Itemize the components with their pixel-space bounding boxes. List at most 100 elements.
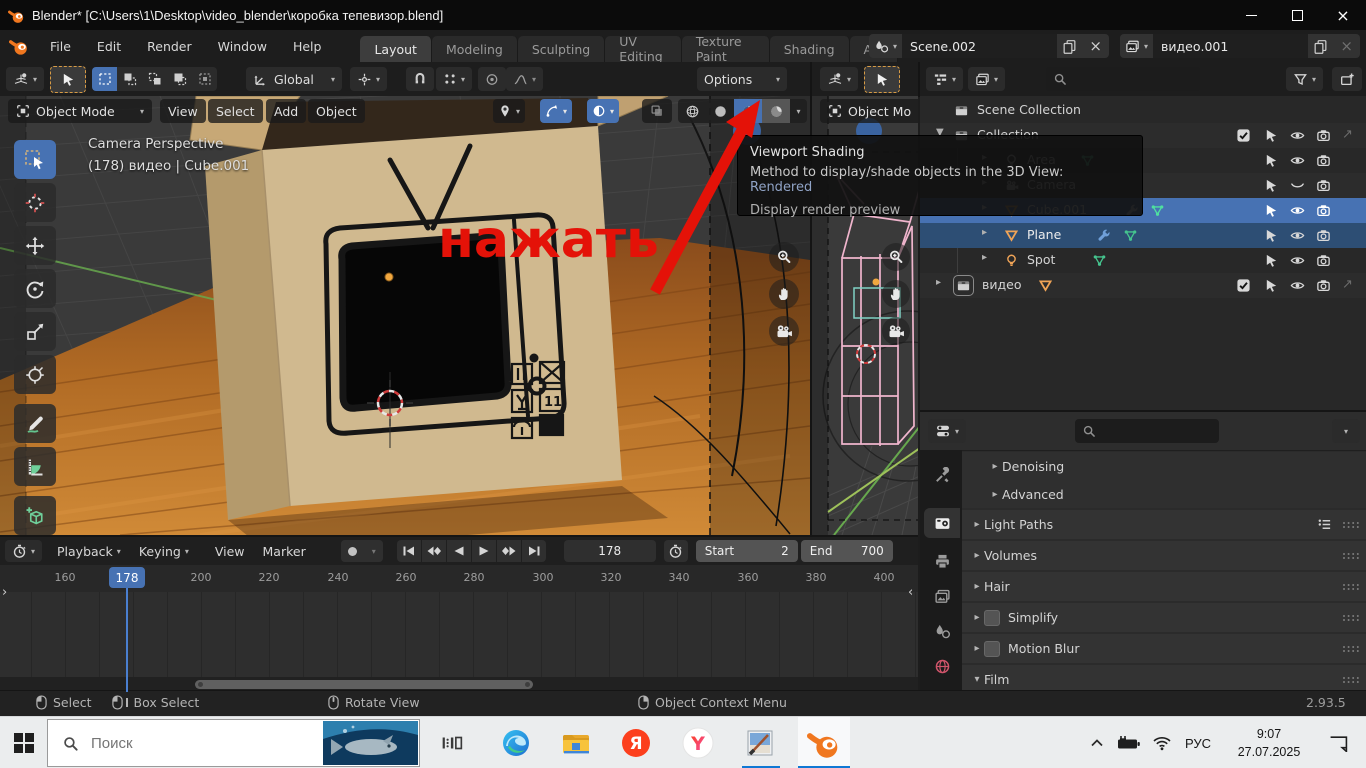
frame-start-field[interactable]: Start2	[696, 540, 798, 562]
tab-world-properties[interactable]	[924, 651, 960, 681]
new-collection-button[interactable]	[1332, 67, 1362, 91]
viewport-menu-add[interactable]: Add	[266, 99, 306, 123]
viewport-3d-main[interactable]: 11 Object	[0, 96, 810, 535]
outliner-display-mode-dropdown[interactable]: ▾	[968, 67, 1005, 91]
outliner-row-plane-selected[interactable]: ▸ Plane	[920, 223, 1366, 248]
tool-move[interactable]	[14, 226, 56, 265]
timeline-menu-view[interactable]: View	[206, 537, 254, 565]
panel-grip-icon[interactable]	[1342, 552, 1360, 560]
tab-texture-paint[interactable]: Texture Paint	[682, 36, 770, 62]
presets-icon[interactable]	[1317, 517, 1332, 532]
select-mode-extend[interactable]	[117, 67, 142, 91]
auto-key-record-button[interactable]	[341, 540, 365, 562]
tab-layout[interactable]: Layout	[360, 36, 432, 62]
editor-type-3dview-2[interactable]: ▾	[820, 67, 858, 91]
pivot-point-dropdown[interactable]: ▾	[350, 67, 387, 91]
jump-to-end-button[interactable]	[522, 540, 546, 562]
paint-icon[interactable]	[738, 717, 782, 768]
scene-name[interactable]: Scene.002	[902, 34, 1057, 58]
play-button[interactable]	[472, 540, 496, 562]
select-mode-subtract[interactable]	[142, 67, 167, 91]
file-explorer-icon[interactable]	[554, 717, 598, 768]
start-button[interactable]	[2, 717, 46, 768]
shading-options-dropdown[interactable]: ▾	[790, 99, 807, 123]
active-tool-select-box[interactable]	[50, 66, 86, 93]
jump-to-start-button[interactable]	[397, 540, 421, 562]
task-view-button[interactable]	[430, 717, 474, 768]
tab-output-properties[interactable]	[924, 546, 960, 576]
panel-volumes[interactable]: ▸Volumes	[962, 541, 1366, 570]
minimize-button[interactable]	[1228, 0, 1274, 30]
search-input[interactable]	[89, 734, 273, 753]
play-reverse-button[interactable]	[447, 540, 471, 562]
tab-tool-properties[interactable]	[924, 460, 960, 490]
viewport-menu-select[interactable]: Select	[208, 99, 263, 123]
tool-transform[interactable]	[14, 355, 56, 394]
outliner-filter-dropdown[interactable]: ▾	[1286, 67, 1323, 91]
yandex-icon[interactable]: Я	[614, 717, 658, 768]
tool-select-box[interactable]	[14, 140, 56, 179]
view-layer-selector[interactable]: ▾ видео.001 ×	[1120, 34, 1360, 58]
frame-end-field[interactable]: End700	[801, 540, 893, 562]
tab-modeling[interactable]: Modeling	[432, 36, 518, 62]
shading-material-button[interactable]	[734, 99, 762, 123]
shading-wireframe-button[interactable]	[678, 99, 706, 123]
panel-advanced[interactable]: ▸Advanced	[962, 480, 1366, 508]
tool-measure[interactable]	[14, 447, 56, 486]
timeline-scrollbar[interactable]	[195, 680, 533, 689]
viewport-menu-object[interactable]: Object	[308, 99, 365, 123]
view-layer-remove-button[interactable]: ×	[1333, 34, 1360, 58]
panel-hair[interactable]: ▸Hair	[962, 572, 1366, 601]
select-mode-invert[interactable]	[167, 67, 192, 91]
editor-type-properties[interactable]: ▾	[928, 419, 966, 443]
menu-help[interactable]: Help	[280, 30, 335, 62]
proportional-edit-toggle[interactable]	[478, 67, 506, 91]
outliner-search-input[interactable]	[1046, 67, 1200, 91]
current-frame-badge[interactable]: 178	[109, 567, 145, 588]
tab-view-layer-properties[interactable]	[924, 581, 960, 611]
close-button[interactable]: ×	[1320, 0, 1366, 30]
scene-selector[interactable]: ▾ Scene.002 ×	[869, 34, 1109, 58]
timeline-track-area[interactable]	[0, 592, 918, 677]
editor-type-outliner[interactable]: ▾	[926, 67, 963, 91]
blender-taskbar-icon-active[interactable]	[798, 717, 850, 768]
view-layer-copy-button[interactable]	[1308, 34, 1333, 58]
panel-expand-arrow-left[interactable]: ›	[2, 585, 7, 600]
search-highlight-image[interactable]	[323, 721, 418, 765]
playhead-line[interactable]	[126, 572, 128, 692]
panel-expand-arrow-right[interactable]: ‹	[908, 585, 913, 600]
scene-copy-button[interactable]	[1057, 34, 1082, 58]
use-preview-range-toggle[interactable]	[664, 540, 688, 562]
panel-simplify[interactable]: ▸ Simplify	[962, 603, 1366, 632]
object-visibility-dropdown[interactable]: ▾	[493, 99, 525, 123]
prev-keyframe-button[interactable]	[422, 540, 446, 562]
simplify-checkbox[interactable]	[984, 610, 1000, 626]
taskbar-search-box[interactable]	[47, 719, 420, 767]
tray-expand-chevron[interactable]	[1082, 717, 1112, 768]
tool-add-cube[interactable]	[14, 496, 56, 535]
panel-grip-icon[interactable]	[1342, 645, 1360, 653]
clock[interactable]: 9:07 27.07.2025	[1226, 725, 1312, 761]
language-indicator[interactable]: РУС	[1178, 717, 1218, 768]
wifi-icon[interactable]	[1146, 717, 1178, 768]
tool-annotate[interactable]	[14, 404, 56, 443]
timeline-menu-marker[interactable]: Marker	[254, 537, 315, 565]
properties-options-dropdown[interactable]: ▾	[1332, 419, 1360, 443]
blender-menu-icon[interactable]	[9, 36, 29, 56]
tool-cursor[interactable]	[14, 183, 56, 222]
proportional-falloff-dropdown[interactable]: ▾	[506, 67, 543, 91]
panel-grip-icon[interactable]	[1342, 614, 1360, 622]
toggle-xray[interactable]	[642, 99, 672, 123]
editor-type-3dview[interactable]: ▾	[6, 67, 44, 91]
tab-render-properties-active[interactable]	[924, 508, 960, 538]
timeline-menu-keying[interactable]: Keying▾	[130, 537, 198, 565]
panel-grip-icon[interactable]	[1342, 583, 1360, 591]
tab-shading[interactable]: Shading	[770, 36, 850, 62]
menu-window[interactable]: Window	[205, 30, 280, 62]
mode-dropdown[interactable]: Object Mode▾	[8, 99, 152, 123]
action-center-icon[interactable]	[1318, 717, 1358, 768]
active-tool-select-box-2[interactable]	[864, 66, 900, 93]
tool-scale[interactable]	[14, 312, 56, 351]
select-mode-intersect[interactable]	[192, 67, 217, 91]
view-layer-icon[interactable]: ▾	[1120, 34, 1153, 58]
